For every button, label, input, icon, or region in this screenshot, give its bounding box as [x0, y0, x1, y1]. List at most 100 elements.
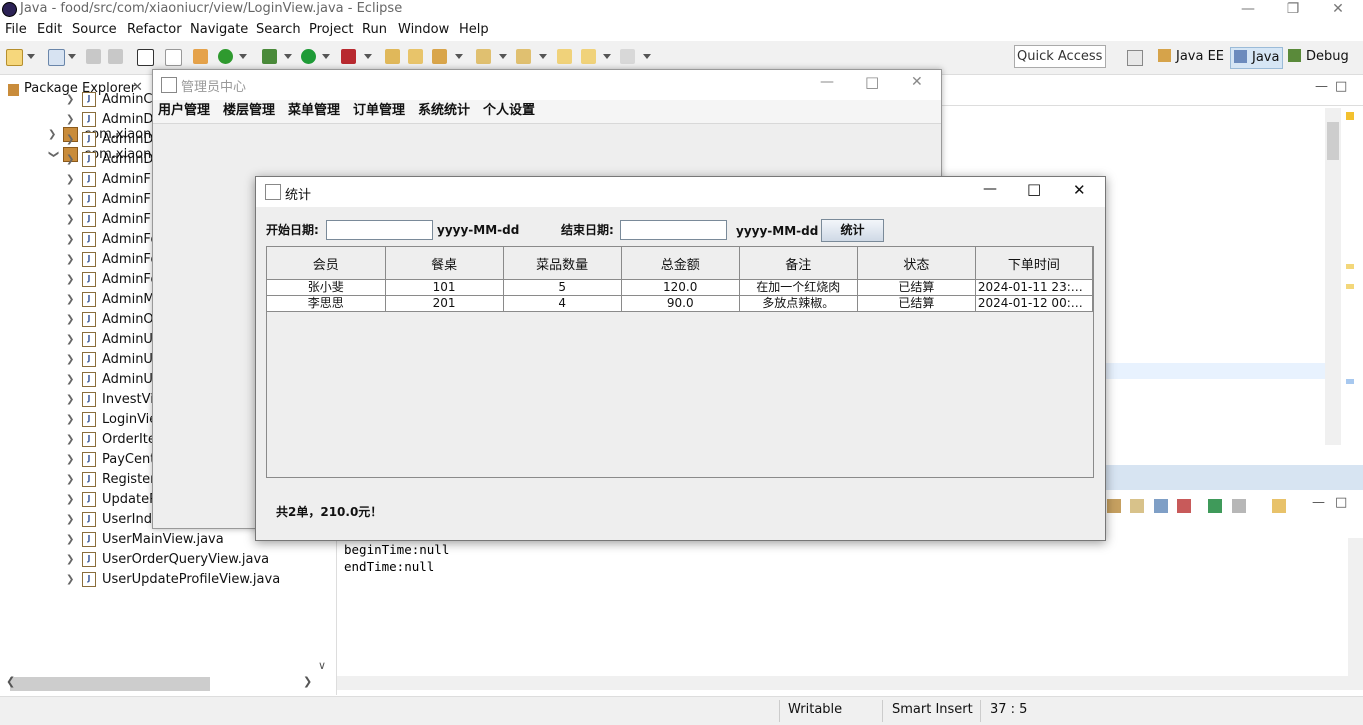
- perspective-java[interactable]: Java: [1230, 47, 1284, 69]
- run-icon[interactable]: [301, 49, 316, 64]
- menu-floor-management[interactable]: 楼层管理: [223, 102, 275, 120]
- expand-icon[interactable]: ❯: [66, 210, 76, 230]
- column-header-order-time[interactable]: 下单时间: [975, 247, 1094, 280]
- menu-system-statistics[interactable]: 系统统计: [418, 102, 470, 120]
- cell-dish-count[interactable]: 4: [503, 295, 622, 312]
- menu-run[interactable]: Run: [362, 21, 387, 39]
- save-icon[interactable]: [86, 49, 101, 64]
- expand-icon[interactable]: ❯: [66, 390, 76, 410]
- refresh-icon[interactable]: [218, 49, 233, 64]
- column-header-table[interactable]: 餐桌: [385, 247, 504, 280]
- menu-help[interactable]: Help: [459, 21, 489, 39]
- menu-navigate[interactable]: Navigate: [190, 21, 248, 39]
- debug-icon[interactable]: [262, 49, 277, 64]
- expand-icon[interactable]: ❯: [66, 90, 76, 110]
- expand-icon[interactable]: ❯: [66, 310, 76, 330]
- menu-search[interactable]: Search: [256, 21, 301, 39]
- menu-personal-settings[interactable]: 个人设置: [483, 102, 535, 120]
- maximize-view-icon[interactable]: □: [1335, 495, 1347, 510]
- run-dropdown-icon[interactable]: [322, 54, 330, 59]
- external-tools-icon[interactable]: [341, 49, 356, 64]
- menu-dish-management[interactable]: 菜单管理: [288, 102, 340, 120]
- end-date-input[interactable]: [620, 220, 727, 240]
- previous-annotation-icon[interactable]: [516, 49, 531, 64]
- expand-icon[interactable]: ❯: [66, 110, 76, 130]
- expand-icon[interactable]: ❯: [66, 330, 76, 350]
- column-header-status[interactable]: 状态: [857, 247, 976, 280]
- menu-project[interactable]: Project: [309, 21, 353, 39]
- close-icon[interactable]: ✕: [911, 74, 923, 90]
- menu-source[interactable]: Source: [72, 21, 117, 39]
- expand-icon[interactable]: ❯: [66, 130, 76, 150]
- skip-breakpoints-icon[interactable]: [165, 49, 182, 66]
- expand-icon[interactable]: ❯: [66, 410, 76, 430]
- expand-icon[interactable]: ❯: [66, 190, 76, 210]
- expand-icon[interactable]: ❯: [66, 350, 76, 370]
- expand-icon[interactable]: ❯: [66, 490, 76, 510]
- expand-icon[interactable]: ❯: [66, 510, 76, 530]
- cell-table[interactable]: 101: [385, 279, 504, 296]
- minimize-view-icon[interactable]: —: [1315, 79, 1328, 94]
- cell-member[interactable]: 张小斐: [267, 279, 386, 296]
- back-dropdown-icon[interactable]: [603, 54, 611, 59]
- cell-total[interactable]: 120.0: [621, 279, 740, 296]
- menu-file[interactable]: File: [5, 21, 27, 39]
- build-icon[interactable]: [193, 49, 208, 64]
- perspective-debug[interactable]: Debug: [1288, 47, 1349, 67]
- cell-status[interactable]: 已结算: [857, 279, 976, 296]
- open-console-icon[interactable]: [1272, 499, 1286, 513]
- column-header-member[interactable]: 会员: [267, 247, 386, 280]
- expand-icon[interactable]: ❯: [66, 450, 76, 470]
- menu-user-management[interactable]: 用户管理: [158, 102, 210, 120]
- console-toolbar-icon[interactable]: [1107, 499, 1121, 513]
- expand-icon[interactable]: ❯: [66, 150, 76, 170]
- expand-icon[interactable]: ❯: [66, 170, 76, 190]
- new-package-icon[interactable]: [48, 49, 65, 66]
- horizontal-scrollbar-thumb[interactable]: [10, 677, 210, 691]
- console-toolbar-icon[interactable]: [1177, 499, 1191, 513]
- expand-icon[interactable]: ❯: [66, 370, 76, 390]
- minimize-icon[interactable]: —: [983, 181, 997, 197]
- open-perspective-icon[interactable]: [1127, 50, 1143, 66]
- scroll-left-icon[interactable]: ❮: [6, 675, 15, 688]
- refresh-dropdown-icon[interactable]: [239, 54, 247, 59]
- menu-window[interactable]: Window: [398, 21, 449, 39]
- forward-dropdown-icon[interactable]: [643, 54, 651, 59]
- console-toolbar-icon[interactable]: [1154, 499, 1168, 513]
- cell-member[interactable]: 李思思: [267, 295, 386, 312]
- new-icon[interactable]: [6, 49, 23, 66]
- next-annotation-dropdown-icon[interactable]: [499, 54, 507, 59]
- maximize-view-icon[interactable]: □: [1335, 79, 1347, 94]
- maximize-icon[interactable]: □: [865, 73, 879, 91]
- table-row[interactable]: 张小斐 101 5 120.0 在加一个红烧肉 已结算 2024-01-11 2…: [267, 279, 1094, 296]
- console-horizontal-scrollbar[interactable]: [337, 676, 1363, 690]
- open-resource-icon[interactable]: [408, 49, 423, 64]
- console-vertical-scrollbar[interactable]: [1348, 538, 1363, 676]
- maximize-icon[interactable]: □: [1027, 180, 1041, 198]
- orders-table[interactable]: 会员 餐桌 菜品数量 总金额 备注 状态 下单时间 张小斐 101 5 120.…: [266, 246, 1094, 478]
- new-package-dropdown-icon[interactable]: [68, 54, 76, 59]
- minimize-icon[interactable]: —: [1225, 0, 1271, 20]
- scroll-right-icon[interactable]: ❯: [303, 675, 312, 688]
- new-dropdown-icon[interactable]: [27, 54, 35, 59]
- last-edit-icon[interactable]: [557, 49, 572, 64]
- expand-icon[interactable]: ❯: [66, 530, 76, 550]
- cell-remark[interactable]: 多放点辣椒。: [739, 295, 858, 312]
- save-all-icon[interactable]: [108, 49, 123, 64]
- cell-total[interactable]: 90.0: [621, 295, 740, 312]
- column-header-total[interactable]: 总金额: [621, 247, 740, 280]
- expand-icon[interactable]: ❯: [66, 470, 76, 490]
- expand-icon[interactable]: ❯: [66, 550, 76, 570]
- scroll-down-icon[interactable]: ∨: [318, 659, 326, 672]
- column-header-remark[interactable]: 备注: [739, 247, 858, 280]
- expand-icon[interactable]: ❯: [66, 230, 76, 250]
- minimize-view-icon[interactable]: —: [1312, 495, 1325, 510]
- menu-refactor[interactable]: Refactor: [127, 21, 182, 39]
- search-icon[interactable]: [432, 49, 447, 64]
- expand-icon[interactable]: ❯: [66, 430, 76, 450]
- display-console-icon[interactable]: [1232, 499, 1246, 513]
- menu-edit[interactable]: Edit: [37, 21, 62, 39]
- cell-remark[interactable]: 在加一个红烧肉: [739, 279, 858, 296]
- close-icon[interactable]: ✕: [1315, 0, 1361, 20]
- console-toolbar-icon[interactable]: [1130, 499, 1144, 513]
